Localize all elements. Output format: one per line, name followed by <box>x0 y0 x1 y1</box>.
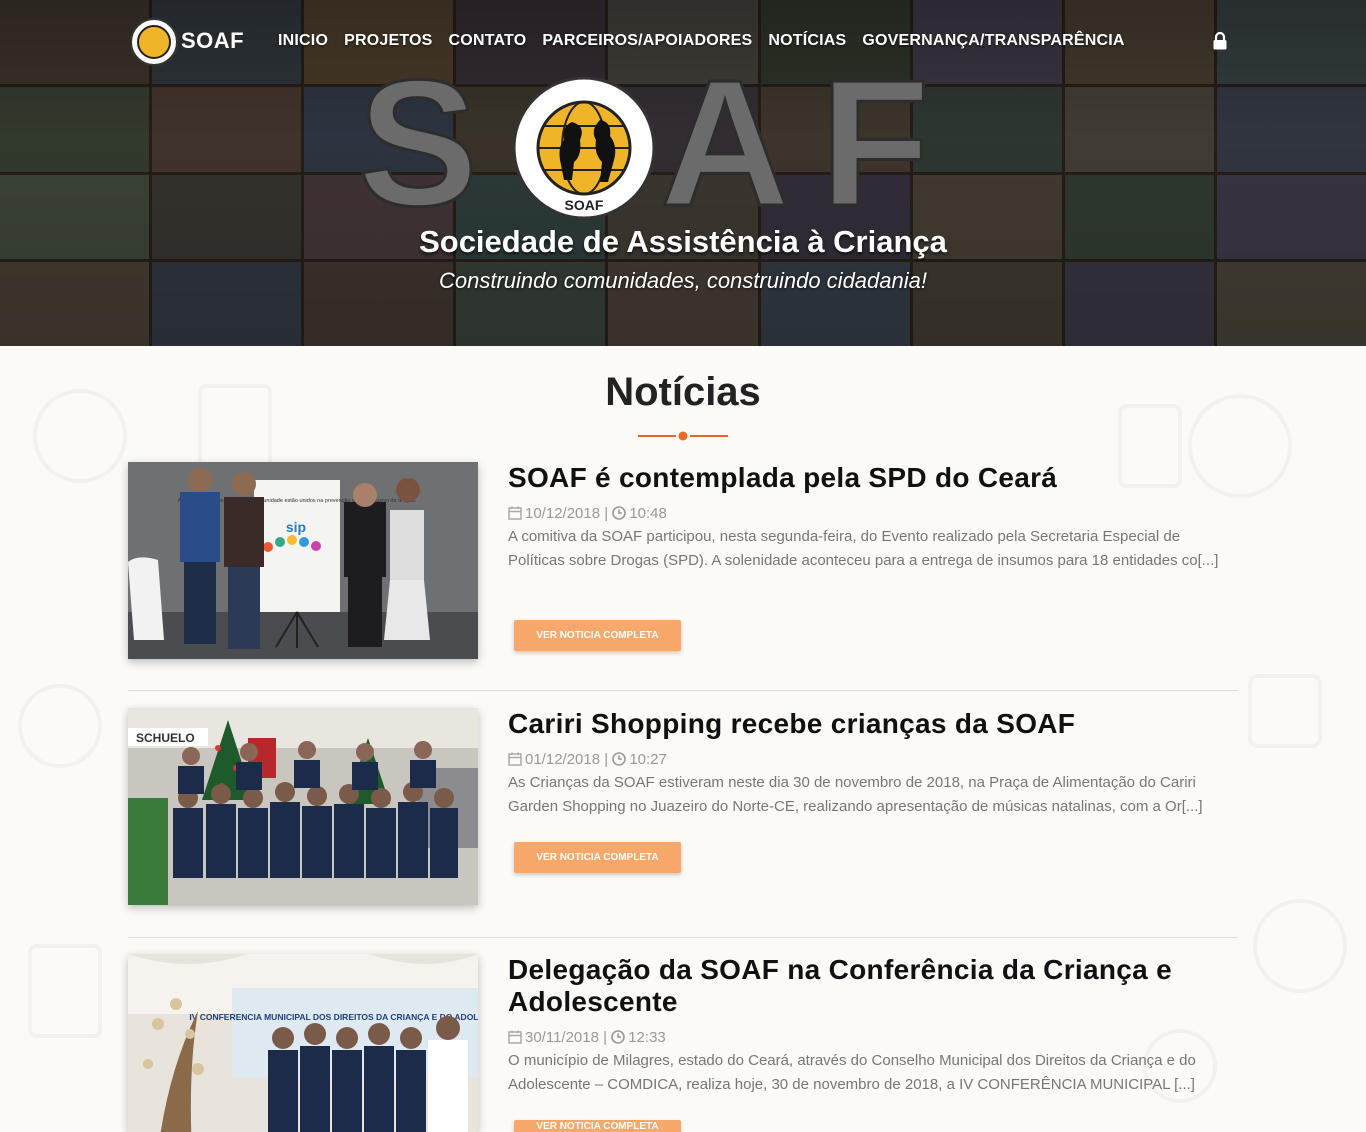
news-meta: 30/11/2018 | 12:33 <box>508 1029 666 1046</box>
news-divider <box>128 937 1238 938</box>
store-sign: SCHUELO <box>136 731 195 745</box>
clock-icon <box>612 752 627 766</box>
news-title[interactable]: Delegação da SOAF na Conferência da Cria… <box>508 954 1228 1018</box>
news-excerpt: As Crianças da SOAF estiveram neste dia … <box>508 774 1203 815</box>
nav-brand[interactable]: SOAF <box>181 28 244 54</box>
nav-link-contato[interactable]: CONTATO <box>449 32 527 50</box>
news-date: 30/11/2018 <box>525 1029 599 1046</box>
top-navigation: SOAF INICIO PROJETOS CONTATO PARCEIROS/A… <box>0 14 1366 68</box>
meta-separator: | <box>603 1029 612 1046</box>
news-item: Aqui, o governo do Estado e a comunidade… <box>128 462 1238 662</box>
lock-icon[interactable] <box>1212 32 1228 50</box>
news-photo: IV CONFERENCIA MUNICIPAL DOS DIREITOS DA… <box>128 954 478 1132</box>
news-date: 10/12/2018 <box>525 505 601 522</box>
news-time: 10:48 <box>629 505 667 522</box>
soaf-logo-icon[interactable] <box>130 18 178 66</box>
svg-text:sip: sip <box>286 519 306 535</box>
clock-icon <box>612 506 627 520</box>
meta-separator: | <box>604 751 613 768</box>
nav-links: INICIO PROJETOS CONTATO PARCEIROS/APOIAD… <box>278 32 1125 50</box>
news-excerpt: O município de Milagres, estado do Ceará… <box>508 1052 1196 1093</box>
nav-link-governanca[interactable]: GOVERNANÇA/TRANSPARÊNCIA <box>862 32 1124 50</box>
news-excerpt: A comitiva da SOAF participou, nesta seg… <box>508 528 1219 569</box>
logo-letter-f: F <box>820 70 930 220</box>
nav-link-parceiros[interactable]: PARCEIROS/APOIADORES <box>542 32 752 50</box>
banner-text: IV CONFERENCIA MUNICIPAL DOS DIREITOS DA… <box>189 1012 478 1022</box>
nav-link-inicio[interactable]: INICIO <box>278 32 328 50</box>
news-photo: SCHUELO <box>128 708 478 905</box>
soaf-emblem-icon: SOAF <box>512 76 656 220</box>
logo-letter-a: A <box>660 70 790 220</box>
news-thumbnail[interactable]: IV CONFERENCIA MUNICIPAL DOS DIREITOS DA… <box>128 954 478 1132</box>
news-photo: Aqui, o governo do Estado e a comunidade… <box>128 462 478 659</box>
calendar-icon <box>508 1030 522 1044</box>
news-meta: 01/12/2018 | 10:27 <box>508 751 667 768</box>
news-thumbnail[interactable]: SCHUELO <box>128 708 478 905</box>
news-title[interactable]: SOAF é contemplada pela SPD do Ceará <box>508 462 1228 494</box>
nav-link-projetos[interactable]: PROJETOS <box>344 32 432 50</box>
read-more-button[interactable]: VER NOTICIA COMPLETA <box>514 1120 681 1132</box>
hero-banner: SOAF INICIO PROJETOS CONTATO PARCEIROS/A… <box>0 0 1366 346</box>
read-more-button[interactable]: VER NOTICIA COMPLETA <box>514 842 681 873</box>
hero-subtitle: Construindo comunidades, construindo cid… <box>439 268 927 293</box>
news-date: 01/12/2018 <box>525 751 601 768</box>
nav-link-noticias[interactable]: NOTÍCIAS <box>768 32 846 50</box>
logo-emblem <box>137 25 171 59</box>
meta-separator: | <box>604 505 613 522</box>
news-item: IV CONFERENCIA MUNICIPAL DOS DIREITOS DA… <box>128 954 1238 1132</box>
soaf-big-logo: S A F SOAF <box>357 70 932 220</box>
logo-letter-s: S <box>358 70 478 220</box>
news-meta: 10/12/2018 | 10:48 <box>508 505 667 522</box>
hero-title: Sociedade de Assistência à Criança <box>419 224 947 259</box>
title-divider <box>638 431 728 441</box>
news-time: 10:27 <box>629 751 667 768</box>
news-divider <box>128 690 1238 691</box>
read-more-button[interactable]: VER NOTICIA COMPLETA <box>514 620 681 651</box>
news-thumbnail[interactable]: Aqui, o governo do Estado e a comunidade… <box>128 462 478 659</box>
news-title[interactable]: Cariri Shopping recebe crianças da SOAF <box>508 708 1228 740</box>
page-title: Notícias <box>605 370 761 414</box>
calendar-icon <box>508 506 522 520</box>
calendar-icon <box>508 752 522 766</box>
news-item: SCHUELO Cariri Shopping recebe crianças … <box>128 708 1238 908</box>
emblem-label: SOAF <box>565 197 604 213</box>
clock-icon <box>611 1030 626 1044</box>
news-time: 12:33 <box>628 1029 666 1046</box>
